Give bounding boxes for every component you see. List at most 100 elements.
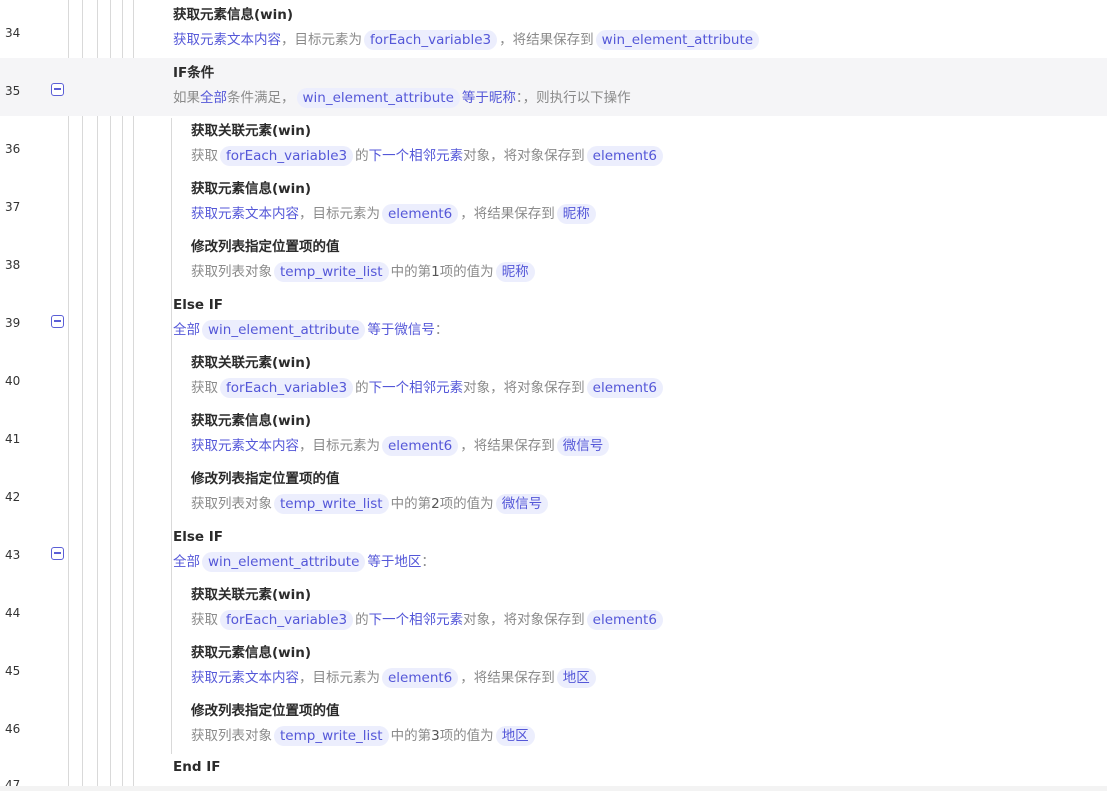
option-text[interactable]: 下一个相邻元素 xyxy=(369,380,464,396)
variable-chip[interactable]: 昵称 xyxy=(495,262,535,282)
option-text[interactable]: 获取元素文本内容 xyxy=(191,206,299,222)
desc-text: 的 xyxy=(355,380,369,396)
step-row[interactable]: 37 获取元素信息(win) 获取元素文本内容，目标元素为 element6 ，将结果保… xyxy=(0,174,1107,232)
step-title: 获取关联元素(win) xyxy=(191,587,312,603)
step-description: 获取列表对象 temp_write_list 中的第1项的值为 昵称 xyxy=(191,261,537,283)
desc-text: ： xyxy=(434,322,449,338)
line-number: 36 xyxy=(5,142,21,156)
variable-chip[interactable]: 昵称 xyxy=(556,204,596,224)
step-row[interactable]: 41 获取元素信息(win) 获取元素文本内容，目标元素为 element6 ，将结果保… xyxy=(0,406,1107,464)
option-text[interactable]: 全部 xyxy=(173,554,200,570)
step-row[interactable]: 40 获取关联元素(win) 获取 forEach_variable3 的下一个相邻元素… xyxy=(0,348,1107,406)
option-text[interactable]: 获取元素文本内容 xyxy=(173,32,281,48)
step-description: 获取 forEach_variable3 的下一个相邻元素对象，将对象保存到 elem… xyxy=(191,145,665,167)
desc-text: 将对象保存到 xyxy=(503,612,585,628)
step-list: 34 获取元素信息(win) 获取元素文本内容，目标元素为 forEach_varia… xyxy=(0,0,1107,792)
variable-chip[interactable]: element6 xyxy=(586,146,663,166)
desc-text: 项的值为 xyxy=(439,264,494,280)
variable-chip[interactable]: temp_write_list xyxy=(274,726,389,746)
variable-chip[interactable]: forEach_variable3 xyxy=(220,378,354,398)
option-text[interactable]: 等于 xyxy=(462,90,489,106)
line-number: 43 xyxy=(5,548,21,562)
option-text[interactable]: 昵称 xyxy=(489,90,516,106)
desc-text: 获取 xyxy=(191,148,218,164)
variable-chip[interactable]: 地区 xyxy=(556,668,596,688)
step-description: 获取 forEach_variable3 的下一个相邻元素对象，将对象保存到 elem… xyxy=(191,609,665,631)
variable-chip[interactable]: 微信号 xyxy=(556,436,610,456)
desc-text: 获取列表对象 xyxy=(191,728,272,744)
option-text[interactable]: 地区 xyxy=(394,554,421,570)
option-text[interactable]: 微信号 xyxy=(394,322,435,338)
variable-chip[interactable]: forEach_variable3 xyxy=(220,610,354,630)
step-title: Else IF xyxy=(173,529,223,545)
step-title: 获取元素信息(win) xyxy=(191,645,312,661)
step-row[interactable]: 45 获取元素信息(win) 获取元素文本内容，目标元素为 element6 ，将结果保… xyxy=(0,638,1107,696)
option-text[interactable]: 等于 xyxy=(367,554,394,570)
step-description: 获取元素文本内容，目标元素为 element6 ，将结果保存到 昵称 xyxy=(191,203,598,225)
desc-text: 如果 xyxy=(173,90,200,106)
step-description: 获取元素文本内容，目标元素为 element6 ，将结果保存到 地区 xyxy=(191,667,598,689)
line-number: 44 xyxy=(5,606,21,620)
variable-chip[interactable]: 地区 xyxy=(495,726,535,746)
step-title: IF条件 xyxy=(173,65,215,81)
option-text[interactable]: 获取元素文本内容 xyxy=(191,670,299,686)
variable-chip[interactable]: win_element_attribute xyxy=(202,320,366,340)
step-row[interactable]: 47 End IF xyxy=(0,754,1107,812)
variable-chip[interactable]: win_element_attribute xyxy=(595,30,760,50)
option-text[interactable]: 下一个相邻元素 xyxy=(369,148,464,164)
desc-text: 1 xyxy=(431,264,440,280)
desc-text: 则执行以下操作 xyxy=(536,90,631,106)
variable-chip[interactable]: element6 xyxy=(382,668,459,688)
step-title: 修改列表指定位置项的值 xyxy=(191,471,340,487)
step-title: 修改列表指定位置项的值 xyxy=(191,239,340,255)
desc-text: 获取列表对象 xyxy=(191,264,272,280)
step-title: 获取元素信息(win) xyxy=(191,413,312,429)
option-text[interactable]: 获取元素文本内容 xyxy=(191,438,299,454)
variable-chip[interactable]: element6 xyxy=(586,610,663,630)
step-row[interactable]: 46 修改列表指定位置项的值 获取列表对象 temp_write_list 中的第3项的… xyxy=(0,696,1107,754)
step-row[interactable]: 43 Else IF 全部 win_element_attribute 等于地区： xyxy=(0,522,1107,580)
variable-chip[interactable]: temp_write_list xyxy=(274,494,389,514)
variable-chip[interactable]: win_element_attribute xyxy=(202,552,366,572)
step-row[interactable]: 36 获取关联元素(win) 获取 forEach_variable3 的下一个相邻元素… xyxy=(0,116,1107,174)
step-description: 获取列表对象 temp_write_list 中的第3项的值为 地区 xyxy=(191,725,537,747)
step-description: 全部 win_element_attribute 等于地区： xyxy=(173,551,435,573)
desc-text: 的 xyxy=(355,612,369,628)
desc-text: 将对象保存到 xyxy=(503,148,585,164)
option-text[interactable]: 下一个相邻元素 xyxy=(369,612,464,628)
collapse-icon[interactable] xyxy=(51,547,64,560)
step-description: 获取列表对象 temp_write_list 中的第2项的值为 微信号 xyxy=(191,493,550,515)
variable-chip[interactable]: forEach_variable3 xyxy=(364,30,498,50)
variable-chip[interactable]: 微信号 xyxy=(495,494,549,514)
step-row[interactable]: 42 修改列表指定位置项的值 获取列表对象 temp_write_list 中的第2项的… xyxy=(0,464,1107,522)
step-row[interactable]: 34 获取元素信息(win) 获取元素文本内容，目标元素为 forEach_varia… xyxy=(0,0,1107,58)
variable-chip[interactable]: element6 xyxy=(382,204,459,224)
variable-chip[interactable]: win_element_attribute xyxy=(296,88,460,108)
option-text[interactable]: 等于 xyxy=(367,322,394,338)
step-row[interactable]: 39 Else IF 全部 win_element_attribute 等于微信号： xyxy=(0,290,1107,348)
step-row[interactable]: 35 IF条件 如果全部条件满足， win_element_attribute 等于昵称… xyxy=(0,58,1107,116)
variable-chip[interactable]: temp_write_list xyxy=(274,262,389,282)
step-row[interactable]: 44 获取关联元素(win) 获取 forEach_variable3 的下一个相邻元素… xyxy=(0,580,1107,638)
step-title: Else IF xyxy=(173,297,223,313)
variable-chip[interactable]: element6 xyxy=(382,436,459,456)
desc-text: 的 xyxy=(355,148,369,164)
step-title: 获取元素信息(win) xyxy=(173,7,294,23)
line-number: 41 xyxy=(5,432,21,446)
variable-chip[interactable]: forEach_variable3 xyxy=(220,146,354,166)
desc-text: 项的值为 xyxy=(439,496,494,512)
option-text[interactable]: 全部 xyxy=(173,322,200,338)
desc-text: 获取 xyxy=(191,612,218,628)
desc-text: 条件满足， xyxy=(227,90,295,106)
desc-text: ，目标元素为 xyxy=(281,32,362,48)
step-title: 获取关联元素(win) xyxy=(191,123,312,139)
variable-chip[interactable]: element6 xyxy=(586,378,663,398)
step-description: 获取 forEach_variable3 的下一个相邻元素对象，将对象保存到 elem… xyxy=(191,377,665,399)
step-row[interactable]: 38 修改列表指定位置项的值 获取列表对象 temp_write_list 中的第1项的… xyxy=(0,232,1107,290)
collapse-icon[interactable] xyxy=(51,83,64,96)
desc-text: ，目标元素为 xyxy=(299,670,380,686)
collapse-icon[interactable] xyxy=(51,315,64,328)
option-text[interactable]: 全部 xyxy=(200,90,227,106)
step-title: End IF xyxy=(173,759,221,775)
horizontal-scrollbar[interactable] xyxy=(0,786,1107,791)
